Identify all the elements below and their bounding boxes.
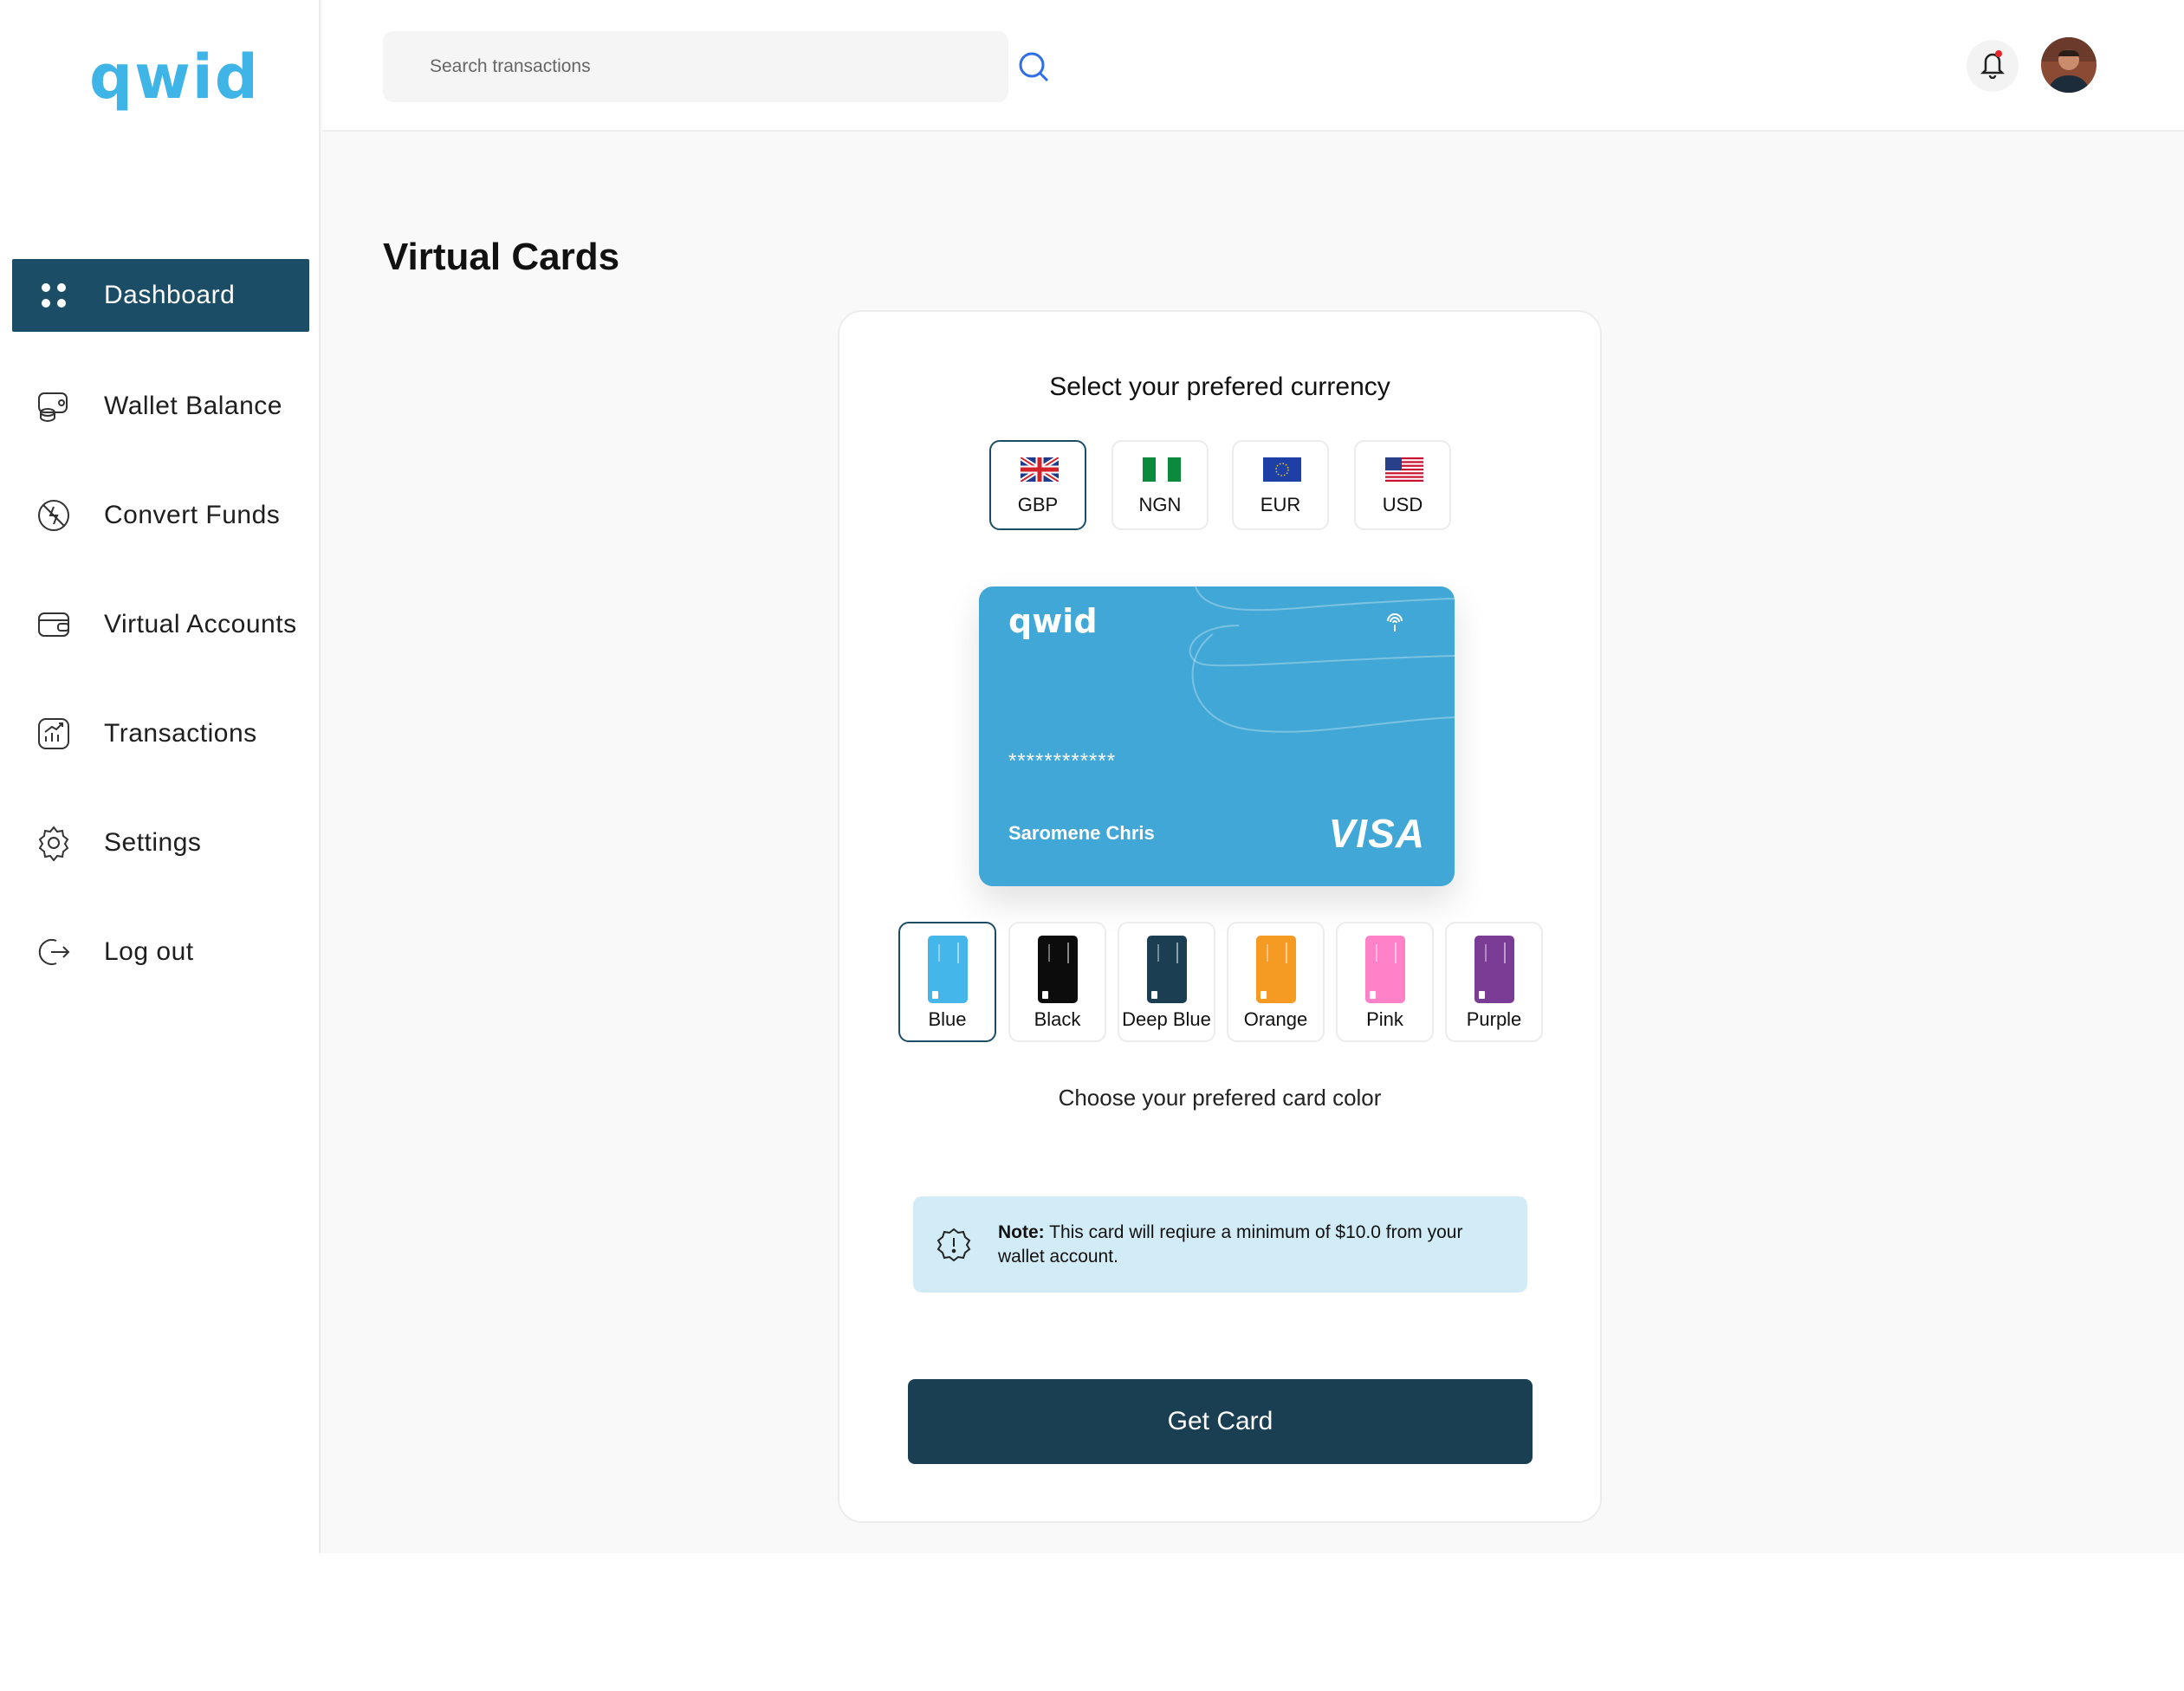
virtual-account-icon bbox=[35, 606, 73, 644]
nigeria-flag-icon bbox=[1143, 457, 1181, 482]
dashboard-grid-icon bbox=[35, 276, 73, 314]
app-shell: qwid Dashboard Wallet Balance Convert Fu… bbox=[0, 0, 2184, 1553]
currency-code: GBP bbox=[1017, 494, 1059, 515]
card-color-black[interactable]: Black bbox=[1008, 922, 1106, 1042]
card-color-pink[interactable]: Pink bbox=[1336, 922, 1434, 1042]
card-swatch-icon bbox=[1474, 936, 1514, 1003]
logout-icon bbox=[35, 933, 73, 971]
currency-code: NGN bbox=[1138, 494, 1182, 515]
card-color-label: Black bbox=[1034, 1008, 1081, 1030]
top-header bbox=[322, 0, 2184, 132]
card-color-label: Blue bbox=[928, 1008, 967, 1030]
virtual-card-panel: Select your prefered currency GBP NGN EU… bbox=[838, 310, 1602, 1523]
contactless-icon bbox=[1383, 609, 1407, 633]
avatar[interactable] bbox=[2041, 37, 2097, 93]
sidebar-item-label: Wallet Balance bbox=[104, 392, 282, 420]
visa-logo: VISA bbox=[1328, 811, 1425, 856]
currency-option-usd[interactable]: USD bbox=[1354, 440, 1451, 530]
transactions-chart-icon bbox=[35, 715, 73, 753]
card-color-label: Pink bbox=[1366, 1008, 1403, 1030]
currency-option-eur[interactable]: EUR bbox=[1232, 440, 1329, 530]
alert-badge-icon bbox=[936, 1227, 972, 1263]
virtual-card-preview: qwid ************ Saromene Chris VISA bbox=[979, 586, 1455, 886]
card-swatch-icon bbox=[1256, 936, 1296, 1003]
card-holder-name: Saromene Chris bbox=[1008, 822, 1155, 844]
card-color-deep-blue[interactable]: Deep Blue bbox=[1118, 922, 1215, 1042]
uk-flag-icon bbox=[1019, 455, 1060, 484]
card-swatch-icon bbox=[928, 936, 968, 1003]
page-title: Virtual Cards bbox=[383, 236, 620, 278]
search-bar bbox=[383, 31, 1049, 102]
currency-option-gbp[interactable]: GBP bbox=[989, 440, 1086, 530]
sidebar-item-settings[interactable]: Settings bbox=[12, 807, 309, 879]
currency-code: EUR bbox=[1260, 494, 1301, 515]
sidebar-item-label: Settings bbox=[104, 828, 202, 857]
eu-flag-icon bbox=[1263, 457, 1301, 482]
notification-button[interactable] bbox=[1967, 40, 2019, 92]
sidebar-item-label: Dashboard bbox=[104, 281, 236, 309]
card-color-label: Orange bbox=[1243, 1008, 1308, 1030]
bell-icon bbox=[1980, 49, 2006, 83]
sidebar-item-label: Convert Funds bbox=[104, 501, 281, 529]
card-color-caption: Choose your prefered card color bbox=[1058, 1085, 1382, 1111]
currency-prompt: Select your prefered currency bbox=[1049, 373, 1390, 401]
card-color-orange[interactable]: Orange bbox=[1227, 922, 1325, 1042]
gear-icon bbox=[35, 824, 73, 862]
sidebar-item-dashboard[interactable]: Dashboard bbox=[12, 259, 309, 332]
qwid-logo[interactable]: qwid bbox=[89, 42, 260, 113]
sidebar-item-label: Log out bbox=[104, 937, 194, 966]
card-swatch-icon bbox=[1038, 936, 1078, 1003]
note-label: Note: bbox=[998, 1222, 1045, 1242]
card-color-label: Deep Blue bbox=[1122, 1008, 1211, 1030]
note-body: This card will reqiure a minimum of $10.… bbox=[998, 1222, 1463, 1267]
card-wave-decoration bbox=[1189, 586, 1455, 733]
wallet-coins-icon bbox=[35, 387, 73, 425]
us-flag-icon bbox=[1385, 457, 1423, 482]
sidebar-item-virtual-accounts[interactable]: Virtual Accounts bbox=[12, 588, 309, 661]
search-icon[interactable] bbox=[1015, 49, 1052, 85]
currency-code: USD bbox=[1382, 494, 1423, 515]
card-number: ************ bbox=[1008, 749, 1117, 773]
sidebar-item-label: Virtual Accounts bbox=[104, 610, 297, 638]
card-swatch-icon bbox=[1147, 936, 1187, 1003]
minimum-balance-note: Note: This card will reqiure a minimum o… bbox=[913, 1196, 1527, 1293]
currency-option-ngn[interactable]: NGN bbox=[1111, 440, 1209, 530]
card-color-label: Purple bbox=[1466, 1008, 1522, 1030]
card-color-blue[interactable]: Blue bbox=[898, 922, 996, 1042]
convert-funds-icon bbox=[35, 496, 73, 535]
sidebar-item-label: Transactions bbox=[104, 719, 257, 748]
get-card-button[interactable]: Get Card bbox=[908, 1379, 1533, 1464]
note-text: Note: This card will reqiure a minimum o… bbox=[998, 1221, 1509, 1269]
search-input[interactable] bbox=[430, 31, 932, 102]
card-swatch-icon bbox=[1365, 936, 1405, 1003]
sidebar-item-log-out[interactable]: Log out bbox=[12, 916, 309, 988]
card-color-purple[interactable]: Purple bbox=[1445, 922, 1543, 1042]
sidebar-item-wallet-balance[interactable]: Wallet Balance bbox=[12, 370, 309, 443]
card-brand-logo: qwid bbox=[1008, 602, 1098, 640]
sidebar-item-transactions[interactable]: Transactions bbox=[12, 697, 309, 770]
sidebar-item-convert-funds[interactable]: Convert Funds bbox=[12, 479, 309, 552]
sidebar: qwid Dashboard Wallet Balance Convert Fu… bbox=[0, 0, 321, 1553]
